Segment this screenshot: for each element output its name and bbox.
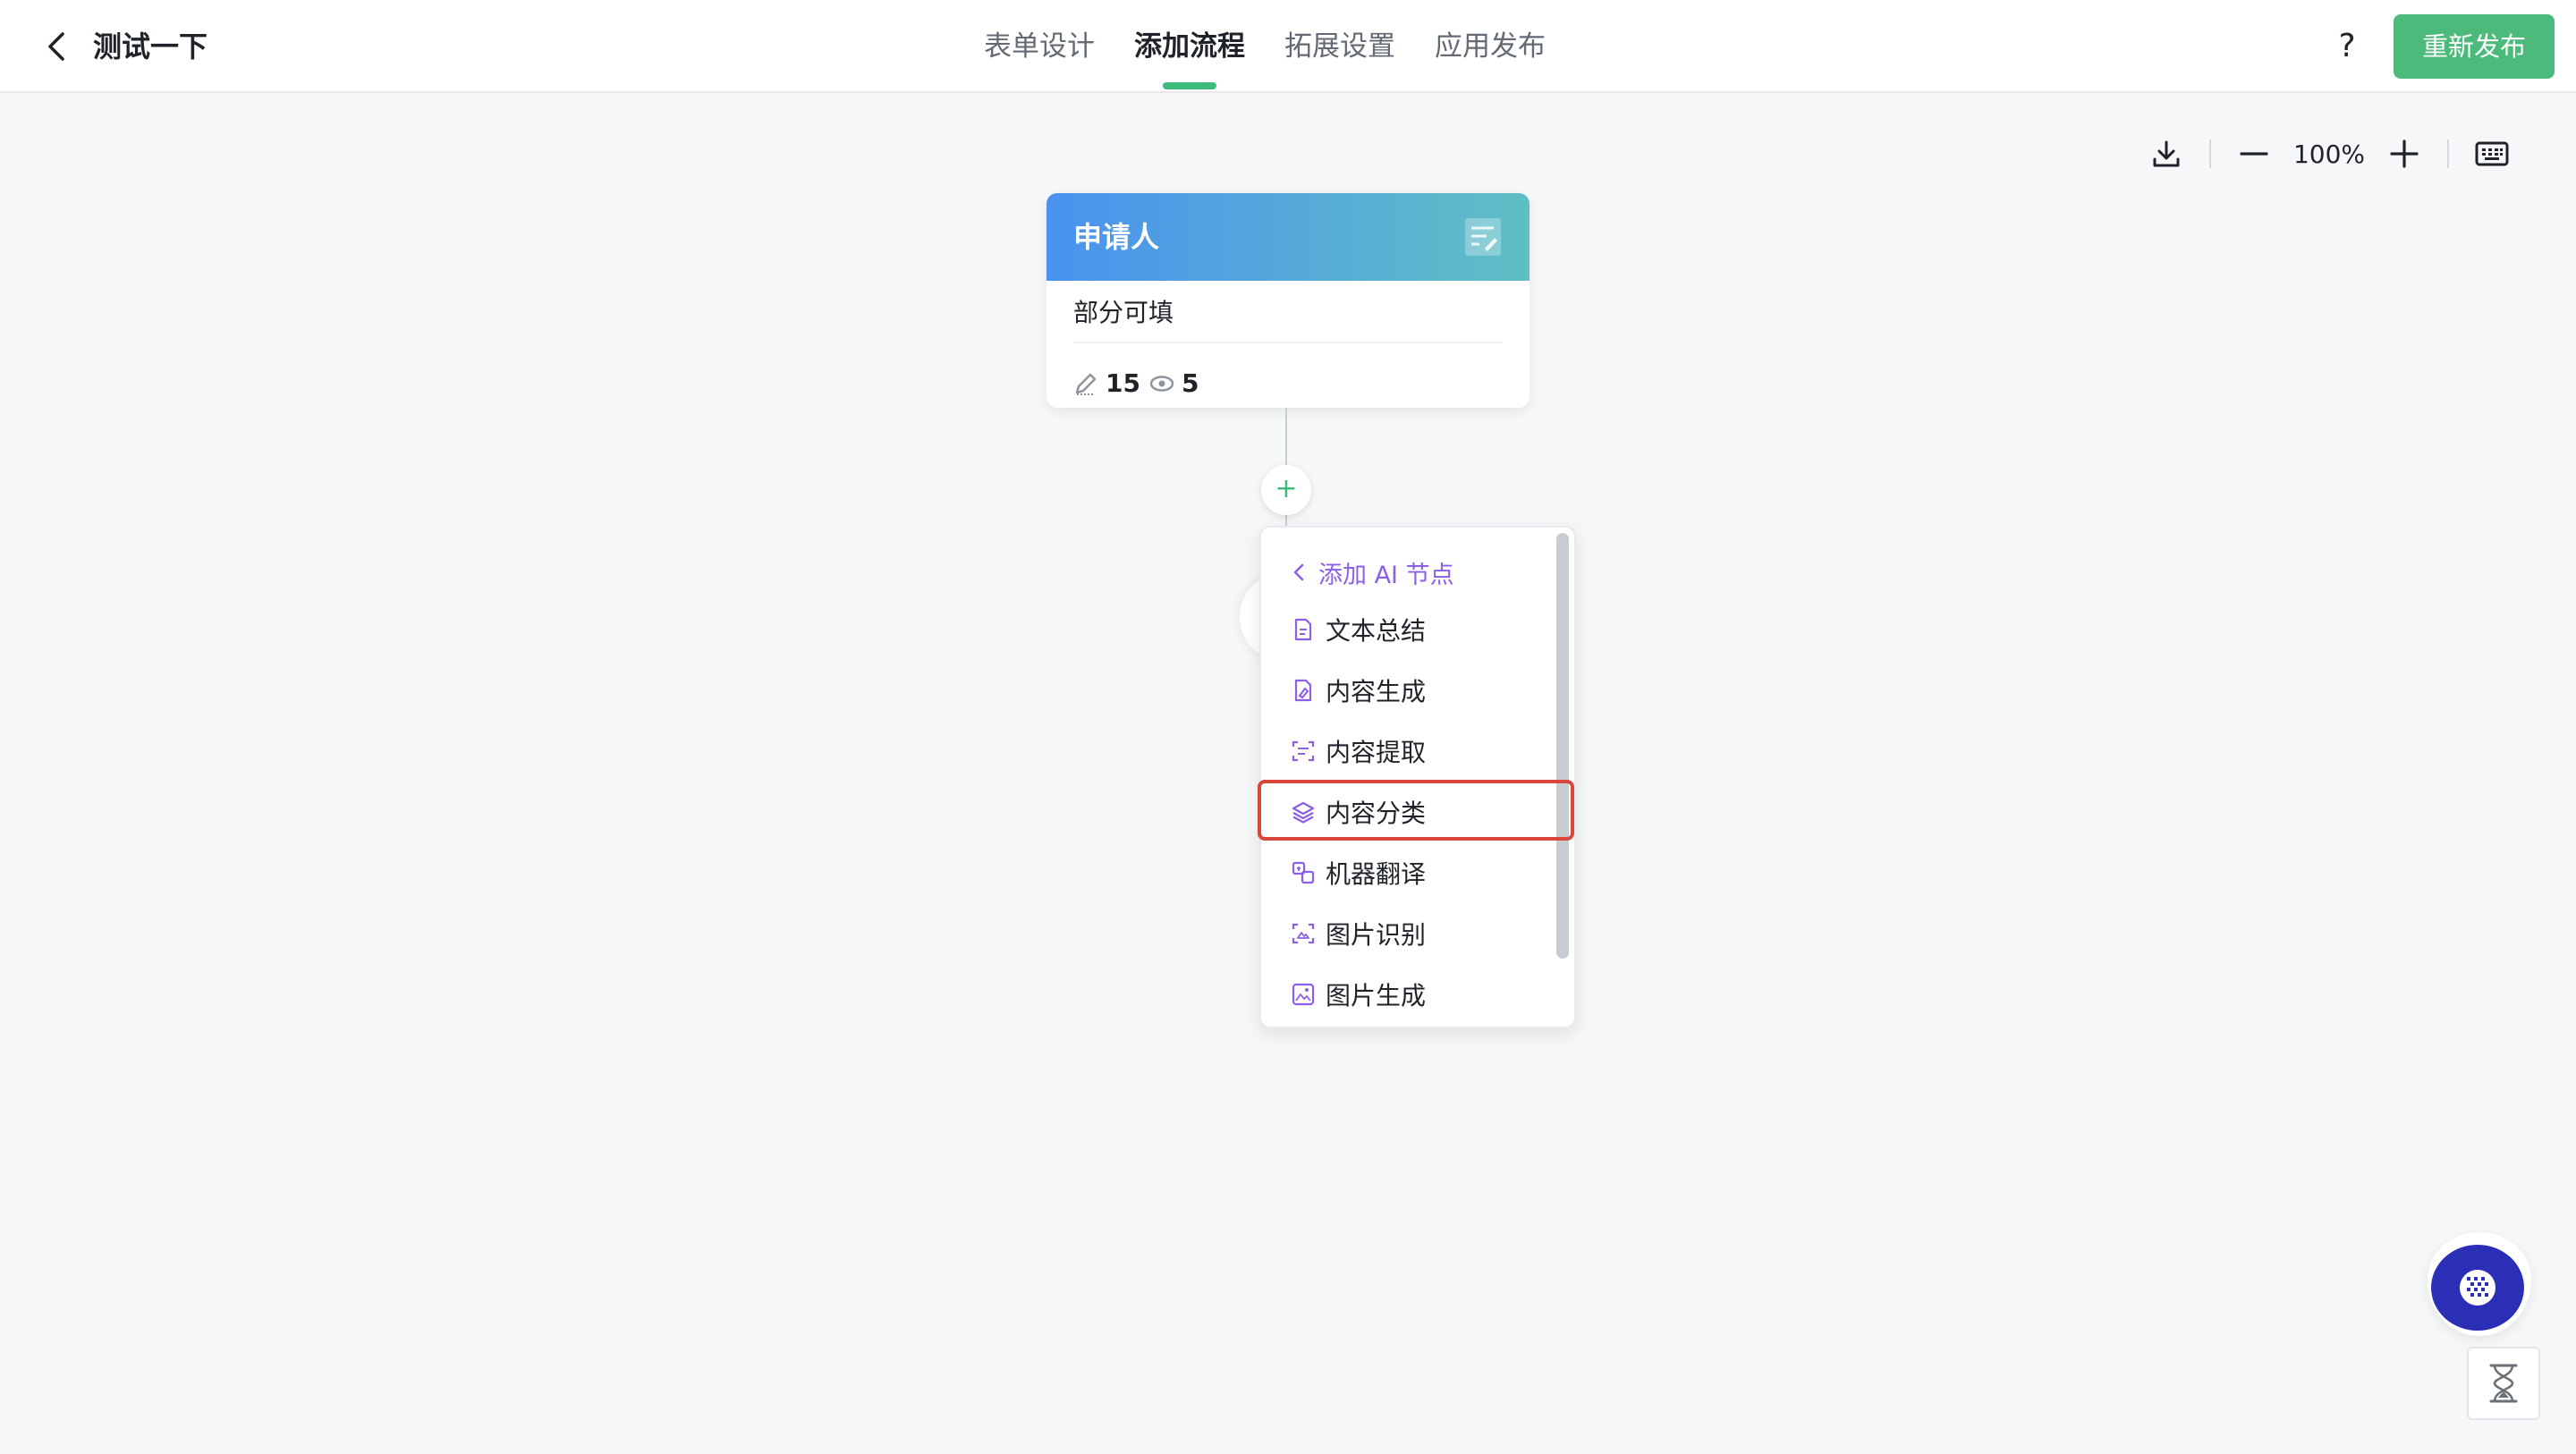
node-title: 申请人 bbox=[1073, 220, 1160, 254]
menu-item-label: 内容提取 bbox=[1326, 738, 1427, 767]
content-extract-icon bbox=[1290, 738, 1317, 765]
menu-item-content-classify[interactable]: 内容分类 bbox=[1286, 787, 1546, 837]
keyboard-icon bbox=[2475, 141, 2509, 166]
top-header: 测试一下 表单设计 添加流程 拓展设置 应用发布 ? 重新发布 bbox=[0, 0, 2576, 93]
applicant-node-card[interactable]: 申请人 部分可填 15 5 bbox=[1046, 193, 1530, 408]
app-title: 测试一下 bbox=[93, 30, 208, 63]
zoom-in-icon bbox=[2390, 139, 2419, 168]
document-summary-icon bbox=[1290, 616, 1317, 643]
menu-item-content-generate[interactable]: 内容生成 bbox=[1286, 665, 1546, 715]
tab-form-design[interactable]: 表单设计 bbox=[984, 27, 1095, 66]
tab-add-process[interactable]: 添加流程 bbox=[1134, 27, 1245, 89]
form-edit-icon bbox=[1465, 218, 1501, 256]
menu-header-label: 添加 AI 节点 bbox=[1318, 561, 1454, 589]
readonly-field-count: 5 bbox=[1181, 368, 1199, 398]
menu-back-header[interactable]: 添加 AI 节点 bbox=[1288, 553, 1454, 592]
republish-button[interactable]: 重新发布 bbox=[2394, 14, 2555, 79]
editable-field-count: 15 bbox=[1106, 368, 1140, 398]
translate-icon bbox=[1290, 859, 1317, 886]
menu-item-image-generate[interactable]: 图片生成 bbox=[1286, 969, 1546, 1019]
ai-assistant-button[interactable] bbox=[2431, 1245, 2524, 1331]
keyboard-shortcuts-button[interactable] bbox=[2469, 131, 2515, 177]
eye-icon bbox=[1149, 370, 1176, 397]
menu-scrollbar[interactable] bbox=[1556, 533, 1569, 959]
node-field-stats: 15 5 bbox=[1073, 368, 1208, 398]
menu-item-label: 文本总结 bbox=[1326, 616, 1427, 646]
add-ai-node-menu: 添加 AI 节点 文本总结 内容生成 内容提取 内容分类 机器翻译 图片识别 图… bbox=[1259, 526, 1576, 1028]
download-icon bbox=[2153, 140, 2180, 167]
menu-item-label: 内容分类 bbox=[1326, 799, 1427, 828]
toolbar-divider bbox=[2447, 139, 2449, 168]
zoom-out-button[interactable] bbox=[2231, 131, 2277, 177]
hourglass-icon bbox=[2489, 1364, 2518, 1403]
layers-icon bbox=[1290, 799, 1317, 825]
menu-item-label: 图片生成 bbox=[1326, 981, 1427, 1010]
help-button[interactable]: ? bbox=[2329, 27, 2365, 66]
pencil-icon bbox=[1073, 370, 1100, 397]
chevron-left-icon bbox=[1293, 563, 1304, 581]
back-button[interactable] bbox=[36, 25, 79, 68]
timer-button[interactable] bbox=[2467, 1347, 2540, 1420]
zoom-out-icon bbox=[2240, 152, 2268, 156]
add-node-button[interactable]: + bbox=[1261, 465, 1311, 515]
menu-item-text-summary[interactable]: 文本总结 bbox=[1286, 604, 1546, 655]
menu-item-label: 机器翻译 bbox=[1326, 859, 1427, 889]
tab-extension-settings[interactable]: 拓展设置 bbox=[1284, 27, 1395, 66]
menu-item-label: 图片识别 bbox=[1326, 920, 1427, 950]
canvas-toolbar: 100% bbox=[2143, 131, 2515, 177]
node-header: 申请人 bbox=[1046, 193, 1530, 281]
zoom-level: 100% bbox=[2292, 139, 2366, 169]
toolbar-divider bbox=[2209, 139, 2211, 168]
content-generate-icon bbox=[1290, 677, 1317, 704]
tab-app-publish[interactable]: 应用发布 bbox=[1435, 27, 1546, 66]
image-generate-icon bbox=[1290, 981, 1317, 1008]
menu-item-image-recognition[interactable]: 图片识别 bbox=[1286, 909, 1546, 959]
image-scan-icon bbox=[1290, 920, 1317, 947]
chevron-left-icon bbox=[48, 32, 64, 61]
node-permission-text: 部分可填 bbox=[1073, 295, 1503, 343]
menu-item-content-extract[interactable]: 内容提取 bbox=[1286, 726, 1546, 776]
download-button[interactable] bbox=[2143, 131, 2190, 177]
menu-item-machine-translate[interactable]: 机器翻译 bbox=[1286, 848, 1546, 898]
tab-bar: 表单设计 添加流程 拓展设置 应用发布 bbox=[984, 0, 1585, 93]
menu-item-label: 内容生成 bbox=[1326, 677, 1427, 706]
assistant-icon bbox=[2460, 1270, 2496, 1306]
zoom-in-button[interactable] bbox=[2381, 131, 2428, 177]
